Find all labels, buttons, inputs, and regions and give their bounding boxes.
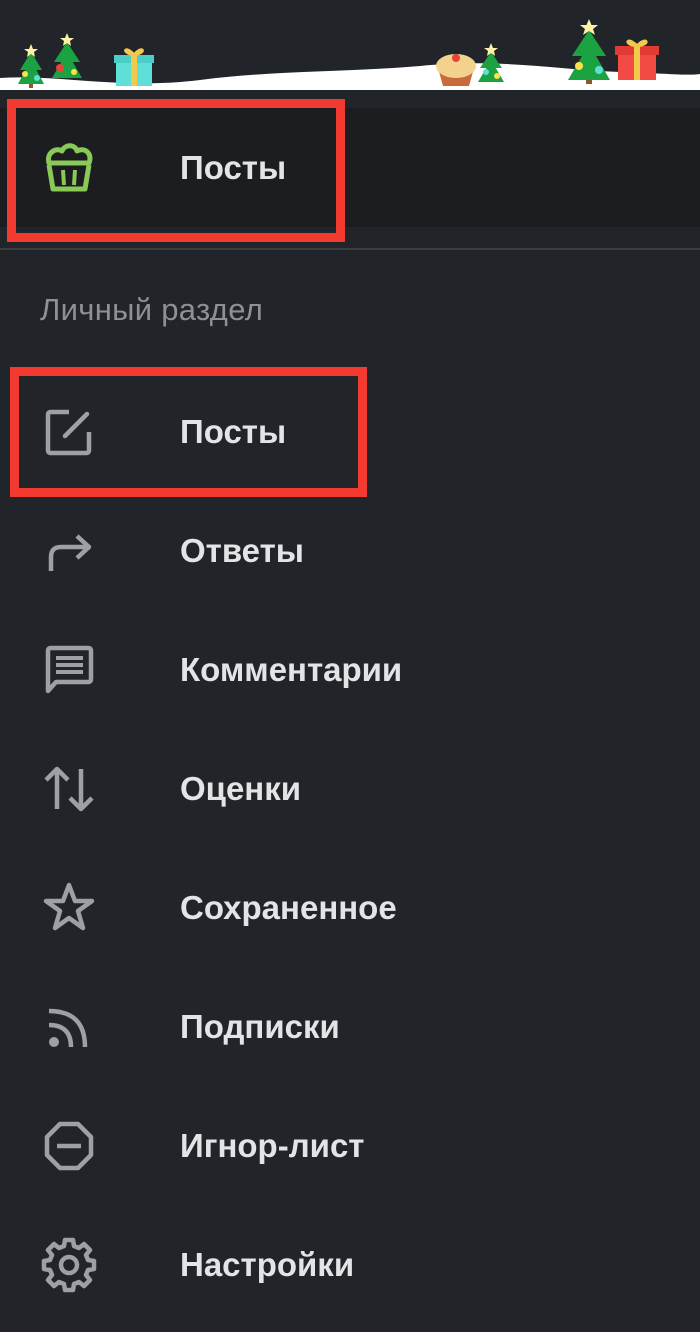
nav-item-label: Настройки [180, 1245, 355, 1283]
nav-item-label: Посты [180, 148, 287, 186]
christmas-tree-icon [568, 19, 610, 84]
comment-icon [40, 641, 98, 699]
block-icon [40, 1117, 98, 1175]
nav-item-label: Сохраненное [180, 888, 397, 926]
nav-item-replies[interactable]: Ответы [0, 491, 700, 610]
reply-arrow-icon [40, 522, 98, 580]
nav-item-ratings[interactable]: Оценки [0, 729, 700, 848]
holiday-decoration [0, 0, 700, 108]
gear-icon [40, 1236, 98, 1294]
nav-item-saved[interactable]: Сохраненное [0, 848, 700, 967]
edit-icon [40, 403, 98, 461]
nav-item-comments[interactable]: Комментарии [0, 610, 700, 729]
christmas-tree-icon [52, 33, 82, 78]
sort-arrows-icon [40, 760, 98, 818]
nav-item-settings[interactable]: Настройки [0, 1205, 700, 1324]
nav-item-my-posts[interactable]: Посты [0, 372, 700, 491]
nav-item-label: Посты [180, 412, 287, 450]
nav-item-label: Подписки [180, 1007, 340, 1045]
rss-icon [40, 998, 98, 1056]
section-title: Личный раздел [40, 292, 264, 327]
star-icon [40, 879, 98, 937]
nav-item-label: Игнор-лист [180, 1126, 365, 1164]
basket-icon [40, 139, 98, 197]
nav-item-subscriptions[interactable]: Подписки [0, 967, 700, 1086]
gift-icon [615, 39, 659, 80]
nav-item-ignore-list[interactable]: Игнор-лист [0, 1086, 700, 1205]
gift-icon [114, 48, 154, 86]
christmas-tree-icon [18, 44, 44, 88]
christmas-tree-icon [478, 43, 504, 82]
nav-item-label: Оценки [180, 769, 302, 807]
nav-item-label: Ответы [180, 531, 304, 569]
nav-item-posts-feed[interactable]: Посты [0, 108, 700, 227]
nav-item-label: Комментарии [180, 650, 403, 688]
divider [0, 248, 700, 250]
muffin-icon [436, 54, 476, 86]
